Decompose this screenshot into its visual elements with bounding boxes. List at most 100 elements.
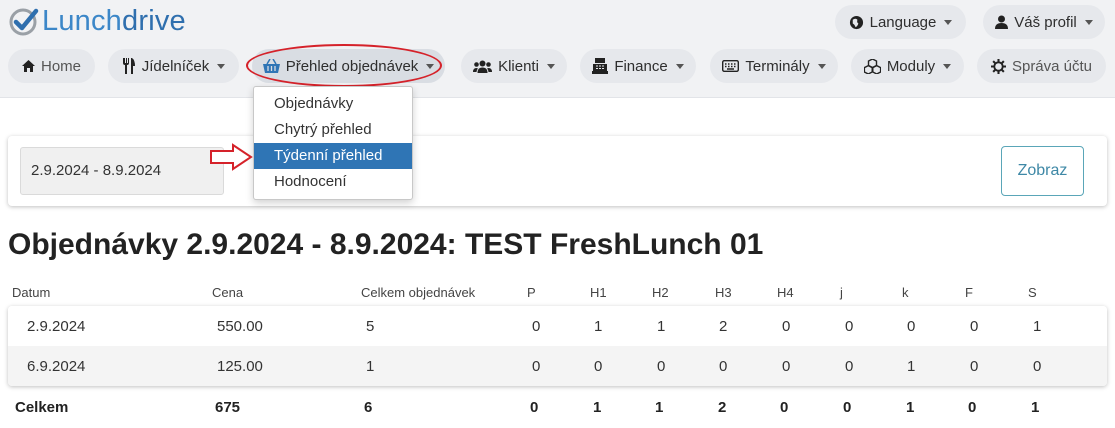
total-h2: 1 (655, 399, 664, 416)
cell-f: 0 (970, 318, 979, 335)
basket-icon (262, 59, 280, 73)
chevron-down-icon (817, 63, 826, 69)
language-label: Language (869, 13, 937, 31)
total-orders: 6 (364, 399, 373, 416)
red-pointer-arrow-icon (210, 143, 253, 171)
total-h4: 0 (780, 399, 789, 416)
nav-finance[interactable]: Finance (580, 49, 696, 83)
show-button[interactable]: Zobraz (1001, 146, 1084, 196)
col-header-p: P (527, 285, 536, 300)
col-header-k: k (902, 285, 909, 300)
cell-price: 550.00 (217, 318, 263, 335)
cell-h1: 0 (594, 358, 603, 375)
nav-menu[interactable]: Jídelníček (108, 49, 239, 83)
cell-f: 0 (970, 358, 979, 375)
total-s: 1 (1031, 399, 1040, 416)
cell-h4: 0 (782, 318, 791, 335)
page-title: Objednávky 2.9.2024 - 8.9.2024: TEST Fre… (8, 228, 764, 261)
logo-text-lunch: Lunch (42, 5, 123, 37)
cell-h4: 0 (782, 358, 791, 375)
col-header-h3: H3 (715, 285, 732, 300)
total-label: Celkem (15, 399, 69, 416)
chevron-down-icon (546, 63, 555, 69)
user-icon (995, 15, 1009, 29)
col-header-s: S (1028, 285, 1037, 300)
nav-terminals[interactable]: Terminály (710, 49, 838, 83)
chevron-down-icon (1084, 19, 1093, 25)
nav-finance-label: Finance (614, 57, 668, 75)
table-row: 6.9.2024 125.00 1 0 0 0 0 0 0 1 0 0 (8, 346, 1107, 386)
orders-overview-dropdown: Objednávky Chytrý přehled Týdenní přehle… (253, 86, 413, 200)
cell-h1: 1 (594, 318, 603, 335)
cell-date: 6.9.2024 (27, 358, 86, 375)
col-header-price: Cena (212, 285, 244, 300)
dropdown-item-rating[interactable]: Hodnocení (254, 169, 412, 195)
nav-account-management[interactable]: Správa účtu (977, 49, 1106, 83)
nav-home-label: Home (40, 57, 81, 75)
cell-j: 0 (845, 358, 854, 375)
cash-register-icon (592, 58, 609, 74)
cell-p: 0 (532, 318, 541, 335)
nav-menu-label: Jídelníček (141, 57, 210, 75)
col-header-j: j (840, 285, 843, 300)
total-h1: 1 (593, 399, 602, 416)
total-p: 0 (530, 399, 539, 416)
col-header-h1: H1 (590, 285, 607, 300)
keyboard-icon (722, 60, 740, 72)
chevron-down-icon (426, 63, 435, 69)
nav-modules[interactable]: Moduly (851, 49, 964, 83)
col-header-total-orders: Celkem objednávek (361, 285, 476, 300)
globe-icon (849, 15, 864, 30)
nav-home[interactable]: Home (8, 49, 95, 83)
cell-p: 0 (532, 358, 541, 375)
nav-clients-label: Klienti (498, 57, 539, 75)
total-k: 1 (906, 399, 915, 416)
cell-h3: 0 (719, 358, 728, 375)
language-button[interactable]: Language (835, 5, 966, 39)
chevron-down-icon (217, 63, 226, 69)
nav-orders-overview-label: Přehled objednávek (285, 57, 419, 75)
top-navbar: Lunchdrive Language Váš profil Home Jíde… (0, 0, 1115, 98)
logo-text-drive: drive (122, 5, 186, 37)
col-header-h2: H2 (652, 285, 669, 300)
cutlery-icon (122, 58, 136, 74)
col-header-h4: H4 (777, 285, 794, 300)
col-header-date: Datum (12, 285, 51, 300)
filter-panel: 2.9.2024 - 8.9.2024 Zobraz (8, 136, 1107, 206)
table-body: 2.9.2024 550.00 5 0 1 1 2 0 0 0 0 1 6.9.… (8, 306, 1107, 386)
cell-k: 1 (907, 358, 916, 375)
users-icon (473, 60, 493, 73)
total-price: 675 (215, 399, 241, 416)
nav-modules-label: Moduly (886, 57, 936, 75)
chevron-down-icon (944, 19, 953, 25)
cell-s: 0 (1033, 358, 1042, 375)
home-icon (21, 60, 35, 72)
cubes-icon (863, 58, 881, 74)
chevron-down-icon (675, 63, 684, 69)
nav-orders-overview[interactable]: Přehled objednávek (252, 49, 445, 83)
chevron-down-icon (943, 63, 952, 69)
profile-label: Váš profil (1014, 13, 1077, 31)
cell-k: 0 (907, 318, 916, 335)
cell-j: 0 (845, 318, 854, 335)
gear-icon (990, 58, 1006, 74)
cell-date: 2.9.2024 (27, 318, 86, 335)
total-j: 0 (843, 399, 852, 416)
checkmark-logo-icon (9, 8, 39, 36)
total-f: 0 (968, 399, 977, 416)
nav-account-label: Správa účtu (1011, 57, 1093, 75)
nav-clients[interactable]: Klienti (461, 49, 567, 83)
dropdown-item-weekly-overview[interactable]: Týdenní přehled (254, 143, 412, 169)
dropdown-item-orders[interactable]: Objednávky (254, 91, 412, 117)
lunchdrive-logo[interactable]: Lunchdrive (8, 4, 186, 38)
cell-h2: 1 (657, 318, 666, 335)
col-header-f: F (965, 285, 973, 300)
cell-h2: 0 (657, 358, 666, 375)
dropdown-item-smart-overview[interactable]: Chytrý přehled (254, 117, 412, 143)
nav-terminals-label: Terminály (745, 57, 810, 75)
table-row: 2.9.2024 550.00 5 0 1 1 2 0 0 0 0 1 (8, 306, 1107, 346)
profile-button[interactable]: Váš profil (983, 5, 1105, 39)
date-range-input[interactable]: 2.9.2024 - 8.9.2024 (20, 147, 224, 195)
cell-total-orders: 1 (366, 358, 375, 375)
cell-total-orders: 5 (366, 318, 375, 335)
